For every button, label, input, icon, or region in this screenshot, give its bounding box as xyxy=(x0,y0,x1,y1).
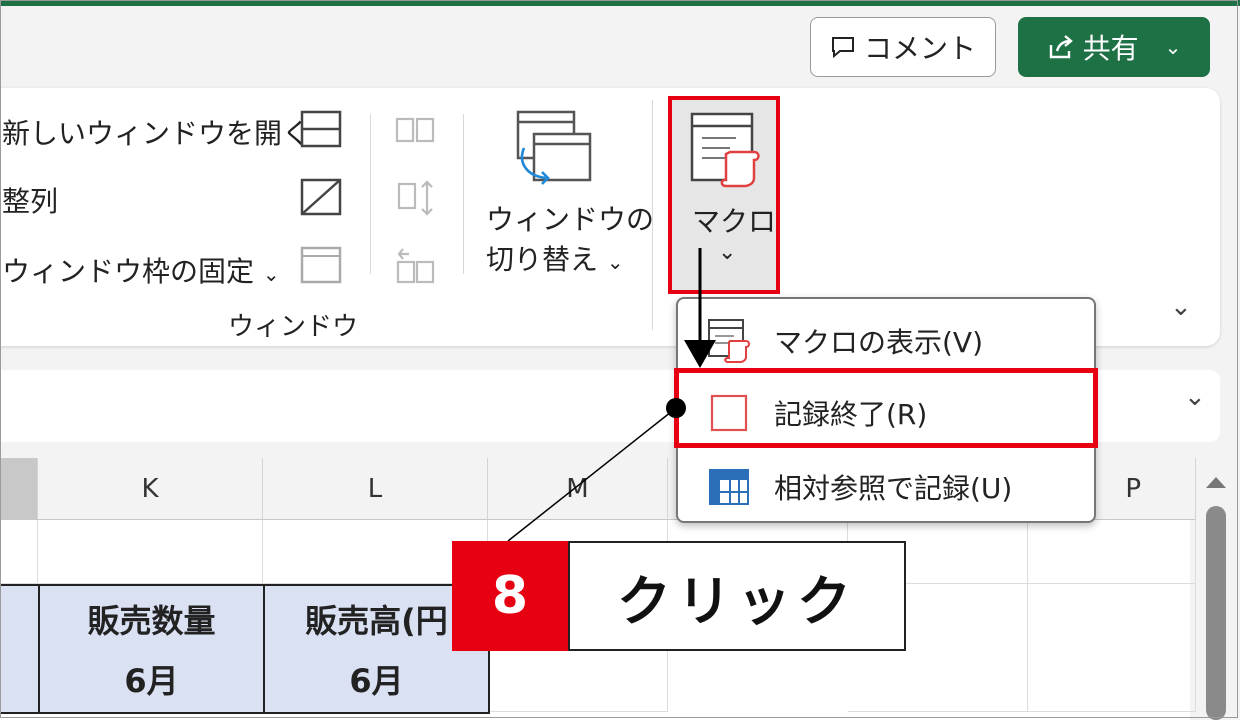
annotation-leader-line xyxy=(507,407,677,542)
annotation-leader-dot xyxy=(666,398,686,418)
step-instruction: クリック xyxy=(568,541,906,651)
annotation-arrowhead xyxy=(684,340,716,368)
step-number-badge: 8 xyxy=(452,541,568,651)
